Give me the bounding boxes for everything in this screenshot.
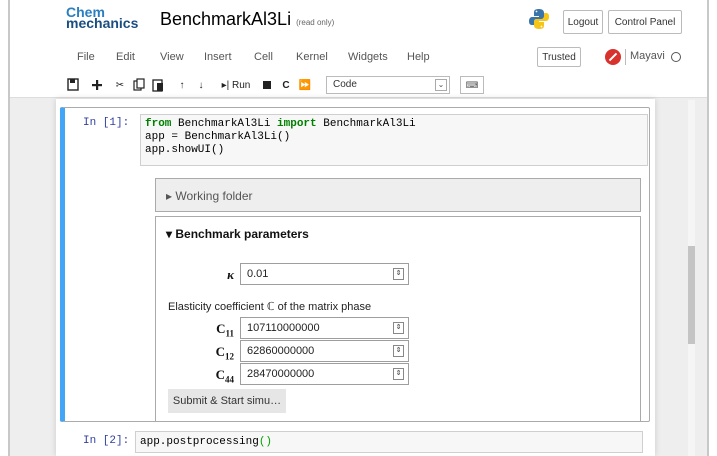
c11-label: C11: [202, 321, 234, 339]
logout-button[interactable]: Logout: [563, 10, 603, 34]
kappa-value: 0.01: [247, 268, 269, 280]
code-line-3: app.showUI(): [145, 144, 225, 156]
menu-insert[interactable]: Insert: [204, 51, 232, 63]
c44-label: C44: [202, 367, 234, 385]
python-logo-icon: [529, 9, 549, 29]
paste-icon[interactable]: [151, 76, 165, 94]
elasticity-label: Elasticity coefficient ℂ of the matrix p…: [168, 301, 372, 313]
chevron-down-icon: ⌄: [435, 79, 447, 91]
c44-subscript: 44: [225, 374, 234, 385]
notebook-header: Chem mechanics BenchmarkAl3Li (read only…: [10, 0, 707, 40]
c11-input[interactable]: 107110000000 ⇕: [240, 317, 409, 339]
save-icon[interactable]: [66, 76, 80, 94]
c44-input[interactable]: 28470000000 ⇕: [240, 363, 409, 385]
working-folder-accordion[interactable]: ▸ Working folder: [155, 178, 641, 212]
benchmark-parameters-title[interactable]: ▾ Benchmark parameters: [166, 227, 309, 241]
menu-widgets[interactable]: Widgets: [348, 51, 388, 63]
kappa-spinner-icon[interactable]: ⇕: [393, 268, 404, 280]
kernel-separator: [625, 49, 626, 65]
c12-subscript: 12: [225, 351, 234, 362]
cut-icon[interactable]: ✂: [113, 76, 127, 94]
c11-value: 107110000000: [247, 322, 320, 334]
code-keyword-import: import: [277, 118, 317, 130]
submit-start-simulation-button[interactable]: Submit & Start simu…: [168, 389, 286, 413]
notebook-container: In [1]: from BenchmarkAl3Li import Bench…: [56, 99, 655, 456]
c12-label: C12: [202, 344, 234, 362]
kappa-input[interactable]: 0.01 ⇕: [240, 263, 409, 285]
code-parens: (): [258, 436, 273, 448]
code-module: BenchmarkAl3Li: [171, 118, 278, 130]
restart-icon[interactable]: C: [279, 76, 293, 94]
cell-2-editor[interactable]: app.postprocessing(): [135, 431, 643, 453]
menu-file[interactable]: File: [77, 51, 95, 63]
c12-value: 62860000000: [247, 345, 315, 357]
menu-kernel[interactable]: Kernel: [296, 51, 328, 63]
c44-letter: C: [215, 367, 225, 382]
kappa-label: κ: [227, 267, 234, 282]
benchmark-parameters-accordion: ▾ Benchmark parameters κ 0.01 ⇕ Elastici…: [155, 216, 641, 422]
logo-line2: mechanics: [66, 15, 139, 31]
cell-type-value: Code: [333, 79, 357, 90]
code-line-2: app = BenchmarkAl3Li(): [145, 131, 291, 143]
cell-1-prompt: In [1]:: [83, 117, 130, 129]
readonly-label: (read only): [296, 18, 335, 27]
kernel-name[interactable]: Mayavi: [630, 50, 665, 62]
code-postprocessing: app.postprocessing: [140, 436, 259, 448]
cell-1-editor[interactable]: from BenchmarkAl3Li import BenchmarkAl3L…: [140, 114, 648, 166]
menu-view[interactable]: View: [160, 51, 184, 63]
c12-spinner-icon[interactable]: ⇕: [393, 345, 404, 357]
notebook-title[interactable]: BenchmarkAl3Li (read only): [160, 9, 334, 30]
keyboard-icon[interactable]: ⌨: [460, 76, 484, 94]
code-cell-1[interactable]: In [1]: from BenchmarkAl3Li import Bench…: [60, 107, 650, 422]
menu-cell[interactable]: Cell: [254, 51, 273, 63]
trusted-indicator[interactable]: Trusted: [537, 47, 581, 67]
page-scrollbar[interactable]: [688, 100, 695, 456]
c44-value: 28470000000: [247, 368, 315, 380]
control-panel-button[interactable]: Control Panel: [608, 10, 682, 34]
run-label: Run: [232, 79, 251, 91]
c12-input[interactable]: 62860000000 ⇕: [240, 340, 409, 362]
menu-edit[interactable]: Edit: [116, 51, 135, 63]
move-down-icon[interactable]: ↓: [194, 76, 208, 94]
move-up-icon[interactable]: ↑: [175, 76, 189, 94]
chemmechanics-logo[interactable]: Chem mechanics: [66, 5, 139, 31]
cell-2-prompt: In [2]:: [83, 435, 130, 447]
kernel-idle-icon: [671, 52, 681, 62]
cell-type-select[interactable]: Code ⌄: [326, 76, 450, 94]
run-icon: ▸|: [221, 79, 233, 91]
no-entry-icon[interactable]: [605, 49, 621, 65]
menubar: File Edit View Insert Cell Kernel Widget…: [10, 40, 707, 72]
c11-subscript: 11: [225, 328, 234, 339]
interrupt-icon[interactable]: [260, 76, 274, 94]
scrollbar-thumb[interactable]: [688, 246, 695, 344]
notebook-name: BenchmarkAl3Li: [160, 9, 292, 29]
fast-forward-icon[interactable]: ⏩: [298, 76, 312, 94]
run-button[interactable]: ▸| Run: [214, 76, 258, 94]
copy-icon[interactable]: [132, 76, 146, 94]
insert-cell-icon[interactable]: [90, 76, 104, 94]
menu-help[interactable]: Help: [407, 51, 430, 63]
c12-letter: C: [215, 344, 225, 359]
c44-spinner-icon[interactable]: ⇕: [393, 368, 404, 380]
working-folder-title: ▸ Working folder: [166, 189, 253, 203]
c11-spinner-icon[interactable]: ⇕: [393, 322, 404, 334]
code-cell-2[interactable]: In [2]: app.postprocessing(): [60, 429, 650, 456]
code-keyword-from: from: [145, 118, 172, 130]
code-imported-name: BenchmarkAl3Li: [316, 118, 416, 130]
